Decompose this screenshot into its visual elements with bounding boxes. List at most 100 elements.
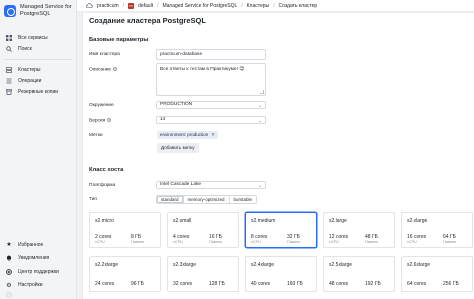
host-class-name: s2.medium [251,218,276,224]
type-option-standard[interactable]: standard [157,196,184,203]
postgresql-service-icon [4,5,16,17]
host-class-ram: 128 ГБ [209,281,225,287]
host-class-name: s2.xlarge [407,218,428,224]
label-chip: environment: production ✕ [157,131,219,139]
breadcrumb-separator: / [122,2,125,9]
sidebar-item-favorites[interactable]: ★ Избранное [0,238,77,252]
folder-badge: m [128,2,135,9]
environment-value: PRODUCTION [160,102,193,107]
breadcrumb-service[interactable]: Managed Service for PostgreSQL [162,3,237,9]
brand[interactable]: Managed Service for PostgreSQL [0,0,76,32]
breadcrumb-separator: / [157,2,159,9]
sidebar-bottom-nav: ★ Избранное Уведомления Центр поддержки … [0,238,77,292]
host-class-cores: 48 cores [329,281,349,287]
platform-value: Intel Cascade Lake [160,182,202,187]
host-class-name: s2.5xlarge [329,262,353,268]
sidebar-item-label: Настройки [18,282,43,289]
host-class-heading: Класс хоста [89,167,124,173]
host-class-card[interactable]: s2.3xlarge 32 cores 128 ГБ [167,256,239,292]
host-class-name: s2.small [173,218,192,224]
platform-select[interactable]: Intel Cascade Lake ⌄ [156,181,266,189]
host-class-name: s2.3xlarge [173,262,197,268]
breadcrumb-clusters[interactable]: Кластеры [247,3,270,9]
breadcrumb-separator: / [273,2,275,9]
host-class-card[interactable]: s2.large 12 cores 48 ГБ vCPU Память [323,212,395,248]
memory-caption: Память [443,240,457,244]
sidebar-item-label: Уведомления [18,255,50,262]
sidebar-item-clusters[interactable]: Кластеры [0,64,76,75]
host-class-card[interactable]: s2.2xlarge 24 cores 96 ГБ [89,256,161,292]
environment-select[interactable]: PRODUCTION ⌄ [156,101,266,109]
help-icon[interactable]: ? [107,118,112,122]
add-label-button[interactable]: Добавить метку [157,143,199,153]
page-title: Создание кластера PostgreSQL [89,16,206,25]
vcpu-caption: vCPU [329,240,339,244]
host-class-name: s2.2xlarge [95,262,119,268]
host-class-card[interactable]: s2.4xlarge 40 cores 160 ГБ [245,256,317,292]
breadcrumb-folder[interactable]: default [138,3,153,9]
sidebar-item-support[interactable]: Центр поддержки [0,265,77,279]
memory-caption: Память [209,240,223,244]
host-class-card[interactable]: s2.5xlarge 48 cores 192 ГБ [323,256,395,292]
resize-handle-icon[interactable] [260,90,264,94]
host-class-ram: 192 ГБ [365,281,381,287]
sidebar-item-label: Кластеры [18,66,41,73]
vcpu-caption: vCPU [407,240,417,244]
sidebar-item-label: Избранное [18,241,44,248]
labels-label: Метки [89,133,103,138]
breadcrumb-current: Создать кластер [278,2,318,9]
host-class-card[interactable]: s2.small 4 cores 16 ГБ vCPU Память [167,212,239,248]
type-label: Тип [89,197,97,202]
host-class-cores: 32 cores [173,281,193,287]
host-class-cores: 64 cores [407,281,427,287]
chevron-down-icon: ⌄ [258,118,262,123]
host-class-name: s2.4xlarge [251,262,275,268]
sidebar-item-label: Резервные копии [18,88,59,95]
sidebar-item-label: Все сервисы [18,34,48,41]
sidebar-item-search[interactable]: Поиск [0,43,76,54]
host-class-card-selected[interactable]: s2.medium 8 cores 32 ГБ vCPU Память [245,212,317,248]
vcpu-caption: vCPU [251,240,261,244]
avatar[interactable] [6,292,12,298]
star-icon: ★ [6,242,12,249]
sidebar-item-notifications[interactable]: Уведомления [0,252,77,266]
version-select[interactable]: 14 ⌄ [156,116,266,124]
host-class-name: s2.micro [95,218,114,224]
sidebar-item-settings[interactable]: ⚙ Настройки [0,279,77,293]
sidebar-item-backups[interactable]: Резервные копии [0,86,76,97]
server-icon [6,66,12,73]
list-icon [6,78,12,84]
chevron-down-icon: ⌄ [258,183,262,188]
sidebar-item-all-services[interactable]: Все сервисы [0,32,76,43]
sidebar-item-operations[interactable]: Операции [0,75,76,86]
host-class-card[interactable]: s2.6xlarge 64 cores 256 ГБ [401,256,473,292]
host-class-ram: 160 ГБ [287,281,303,287]
cluster-name-input[interactable]: practicum-database [156,49,266,60]
type-option-memory-optimized[interactable]: memory-optimized [184,196,230,203]
host-class-card[interactable]: s2.micro 2 cores 8 ГБ vCPU Память [89,212,161,248]
memory-caption: Память [131,240,145,244]
host-class-ram: 256 ГБ [443,281,459,287]
host-class-card[interactable]: s2.xlarge 16 cores 64 ГБ vCPU Память [401,212,473,248]
chevron-down-icon: ⌄ [258,103,262,108]
breadcrumb-separator: / [241,2,243,9]
breadcrumb-cloud[interactable]: practicum [97,3,119,9]
host-class-name: s2.large [329,218,347,224]
memory-caption: Память [365,240,379,244]
help-icon[interactable]: ? [113,67,118,71]
host-class-name: s2.6xlarge [407,262,431,268]
breadcrumb: practicum / m default / Managed Service … [77,0,474,12]
type-segmented-control: standard memory-optimized burstable [156,195,258,204]
archive-icon [6,88,12,95]
type-option-burstable[interactable]: burstable [230,196,257,203]
description-value: Все ответы к тестам в Практикуме! 😉 [160,67,245,72]
bell-icon [6,255,12,262]
help-icon [6,268,12,275]
grid-icon [6,34,12,41]
cluster-name-label: Имя кластера [89,52,120,57]
description-textarea[interactable]: Все ответы к тестам в Практикуме! 😉 [156,63,266,96]
host-class-cores: 40 cores [251,281,271,287]
close-icon[interactable]: ✕ [211,131,215,139]
label-chip-text: environment: production [160,132,209,137]
version-label: Версия? [89,118,112,123]
